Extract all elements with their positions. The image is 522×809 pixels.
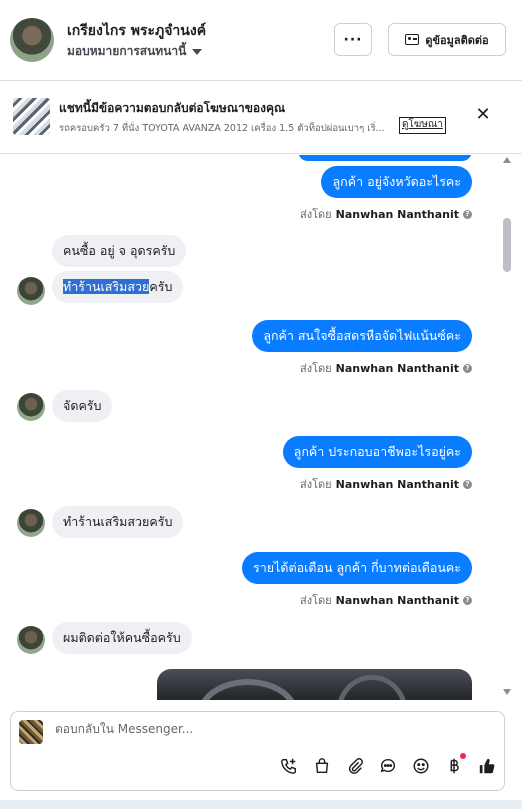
message-bubble-outgoing-partial[interactable] xyxy=(298,155,472,161)
notification-dot xyxy=(460,752,466,759)
info-icon[interactable]: ? xyxy=(463,363,472,373)
view-ad-link[interactable]: ดูโฆษณา xyxy=(399,117,446,134)
message-bubble-incoming[interactable]: คนซื้อ อยู่ จ อุดรครับ xyxy=(52,235,187,267)
info-icon[interactable]: ? xyxy=(463,479,472,489)
reply-composer xyxy=(10,711,505,791)
sent-by-meta: ส่งโดย Nanwhan Nanthanit ? xyxy=(300,359,472,377)
ad-banner-description: รถครอบครัว 7 ที่นั่ง TOYOTA AVANZA 2012 … xyxy=(59,123,385,134)
scrollbar-thumb[interactable] xyxy=(503,218,511,272)
add-call-icon[interactable] xyxy=(279,757,298,776)
scroll-up-arrow[interactable] xyxy=(503,157,511,163)
page-avatar xyxy=(19,720,43,744)
message-bubble-outgoing[interactable]: ลูกค้า ประกอบอาชีพอะไรอยู่คะ xyxy=(282,436,472,468)
bag-icon[interactable] xyxy=(312,757,331,776)
sent-by-meta: ส่งโดย Nanwhan Nanthanit ? xyxy=(300,205,472,223)
sender-avatar[interactable] xyxy=(17,626,45,654)
view-contact-info-button[interactable]: ดูข้อมูลติดต่อ xyxy=(388,23,506,56)
composer-toolbar xyxy=(279,752,496,778)
assign-conversation-dropdown[interactable]: มอบหมายการสนทนานี้ xyxy=(67,42,203,61)
message-list: ลูกค้า อยู่จังหวัดอะไรคะ ส่งโดย Nanwhan … xyxy=(0,155,500,700)
sent-by-meta: ส่งโดย Nanwhan Nanthanit ? xyxy=(300,591,472,609)
info-icon[interactable]: ? xyxy=(463,595,472,605)
message-text-rest: ครับ xyxy=(149,279,173,294)
sender-avatar[interactable] xyxy=(17,509,45,537)
message-bubble-outgoing[interactable]: รายได้ต่อเดือน ลูกค้า กี่บาทต่อเดือนคะ xyxy=(242,552,472,584)
baht-icon[interactable] xyxy=(444,752,466,776)
ad-thumbnail xyxy=(13,98,50,135)
sender-avatar[interactable] xyxy=(17,393,45,421)
thumbs-up-icon[interactable] xyxy=(477,757,496,776)
contact-avatar[interactable] xyxy=(10,18,54,62)
info-icon[interactable]: ? xyxy=(463,209,472,219)
scroll-down-arrow[interactable] xyxy=(503,689,511,695)
sent-by-label: ส่งโดย xyxy=(300,594,332,607)
reply-input[interactable] xyxy=(55,722,475,736)
emoji-icon[interactable] xyxy=(411,757,430,776)
assign-label: มอบหมายการสนทนานี้ xyxy=(67,44,187,58)
sender-name: Nanwhan Nanthanit xyxy=(335,361,459,375)
sent-by-label: ส่งโดย xyxy=(300,478,332,491)
ad-reply-banner: แชทนี้มีข้อความตอบกลับต่อโฆษณาของคุณ รถค… xyxy=(0,81,522,154)
sent-by-meta: ส่งโดย Nanwhan Nanthanit ? xyxy=(300,475,472,493)
sender-name: Nanwhan Nanthanit xyxy=(335,207,459,221)
sender-avatar[interactable] xyxy=(17,277,45,305)
message-bubble-incoming[interactable]: ทำร้านเสริมสวยครับ xyxy=(52,271,184,303)
sent-by-label: ส่งโดย xyxy=(300,208,332,221)
message-bubble-incoming[interactable]: จัดครับ xyxy=(52,390,113,422)
conversation-panel: เกรียงไกร พระภูจำนงค์ มอบหมายการสนทนานี้… xyxy=(0,0,522,800)
contact-card-icon xyxy=(405,34,420,45)
conversation-header: เกรียงไกร พระภูจำนงค์ มอบหมายการสนทนานี้… xyxy=(0,0,522,81)
image-attachment[interactable] xyxy=(157,669,472,700)
contact-name[interactable]: เกรียงไกร พระภูจำนงค์ xyxy=(67,20,206,42)
message-bubble-outgoing[interactable]: ลูกค้า อยู่จังหวัดอะไรคะ xyxy=(321,166,472,198)
ad-banner-title: แชทนี้มีข้อความตอบกลับต่อโฆษณาของคุณ xyxy=(59,101,286,115)
close-icon[interactable]: ✕ xyxy=(474,106,492,124)
sender-name: Nanwhan Nanthanit xyxy=(335,593,459,607)
selected-text: ทำร้านเสริมสวย xyxy=(63,279,150,294)
message-bubble-outgoing[interactable]: ลูกค้า สนใจซื้อสดรหือจัดไฟแน้นซ์คะ xyxy=(252,320,472,352)
message-bubble-incoming[interactable]: ผมติดต่อให้คนซื้อครับ xyxy=(52,622,192,654)
message-bubble-incoming[interactable]: ทำร้านเสริมสวยครับ xyxy=(52,506,184,538)
view-contact-info-label: ดูข้อมูลติดต่อ xyxy=(425,33,489,47)
sent-by-label: ส่งโดย xyxy=(300,362,332,375)
chat-bubble-icon[interactable] xyxy=(378,757,397,776)
caret-down-icon xyxy=(192,48,203,55)
sender-name: Nanwhan Nanthanit xyxy=(335,477,459,491)
paperclip-icon[interactable] xyxy=(345,757,364,776)
window-bottom-edge xyxy=(0,800,522,809)
more-options-button[interactable]: ··· xyxy=(334,23,372,56)
